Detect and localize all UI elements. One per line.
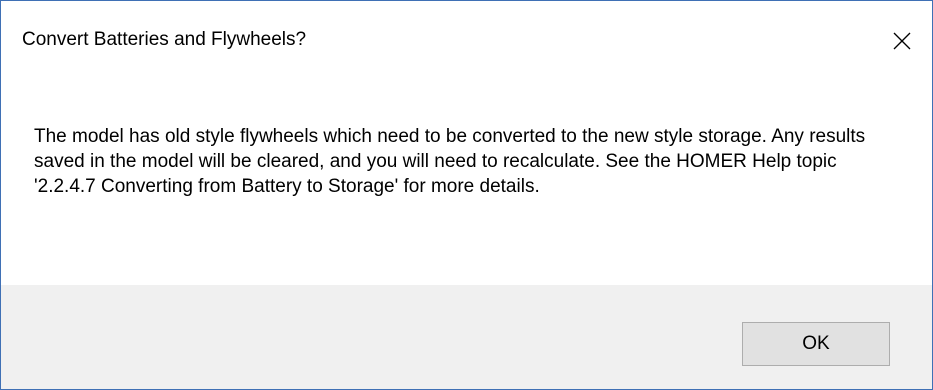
dialog-footer: OK (1, 285, 932, 389)
ok-button[interactable]: OK (742, 322, 890, 366)
close-icon (893, 32, 911, 50)
dialog-message: The model has old style flywheels which … (34, 126, 866, 197)
title-bar: Convert Batteries and Flywheels? (1, 1, 932, 81)
close-button[interactable] (872, 1, 932, 81)
dialog-title: Convert Batteries and Flywheels? (22, 29, 307, 50)
dialog-content: The model has old style flywheels which … (1, 81, 932, 285)
dialog-window: Convert Batteries and Flywheels? The mod… (0, 0, 933, 390)
